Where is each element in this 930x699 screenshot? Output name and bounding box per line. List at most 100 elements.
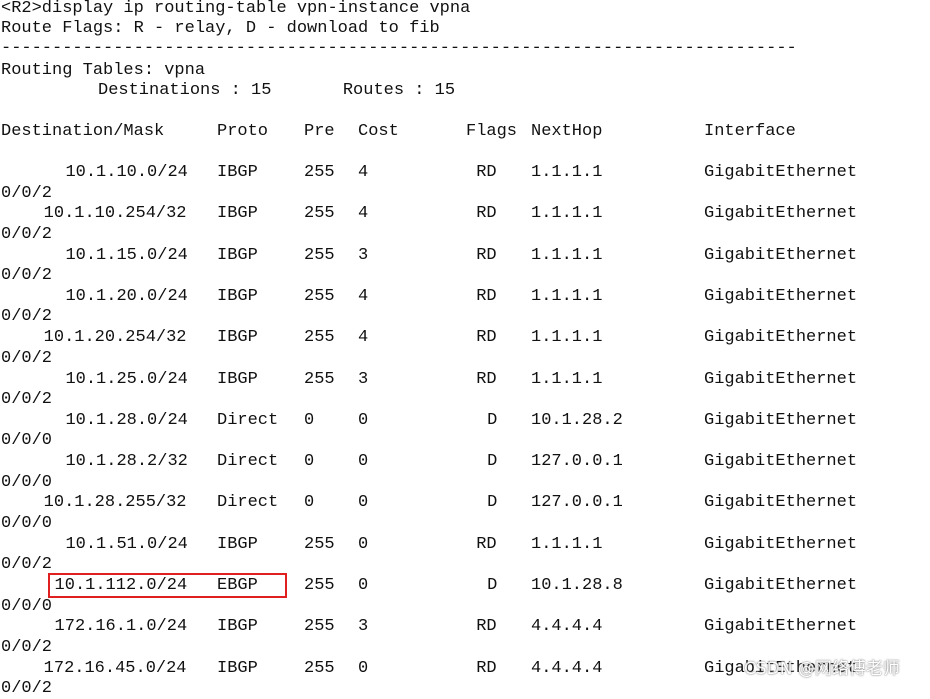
route-pre: 255 xyxy=(304,328,335,348)
route-proto: Direct xyxy=(217,493,279,513)
route-interface: GigabitEthernet xyxy=(704,617,858,637)
route-nexthop: 1.1.1.1 xyxy=(531,328,603,348)
route-nexthop: 10.1.28.2 xyxy=(531,410,623,430)
route-destination: 10.1.28.2/32 xyxy=(65,452,188,472)
route-proto: IBGP xyxy=(217,658,258,678)
route-interface: GigabitEthernet xyxy=(704,204,858,224)
header-interface: Interface xyxy=(704,122,796,141)
route-flags: RD xyxy=(476,286,497,306)
route-cost: 0 xyxy=(358,452,369,472)
header-cost: Cost xyxy=(358,122,399,141)
route-nexthop: 1.1.1.1 xyxy=(531,204,603,224)
route-interface-cont: 0/0/2 xyxy=(1,224,53,244)
route-cost: 0 xyxy=(358,493,369,513)
route-nexthop: 4.4.4.4 xyxy=(531,658,603,678)
route-nexthop: 1.1.1.1 xyxy=(531,369,603,389)
route-proto: IBGP xyxy=(217,534,258,554)
route-interface-cont: 0/0/2 xyxy=(1,637,53,657)
route-interface-cont: 0/0/2 xyxy=(1,390,53,409)
route-cost: 4 xyxy=(358,328,369,348)
route-interface-cont: 0/0/0 xyxy=(1,596,53,616)
route-proto: IBGP xyxy=(217,617,258,637)
watermark: CSDN @网络傅老师 xyxy=(744,659,900,679)
route-cost: 0 xyxy=(358,576,369,595)
route-cost: 4 xyxy=(358,204,369,224)
route-cost: 0 xyxy=(358,410,369,430)
route-flags: RD xyxy=(476,163,497,182)
route-interface-cont: 0/0/2 xyxy=(1,679,53,699)
route-pre: 255 xyxy=(304,204,335,224)
route-interface-cont: 0/0/2 xyxy=(1,348,53,368)
routing-tables-title: Routing Tables: vpna xyxy=(1,61,206,80)
route-flags: RD xyxy=(476,369,497,389)
route-destination: 10.1.10.0/24 xyxy=(65,163,188,182)
route-cost: 0 xyxy=(358,534,369,554)
route-interface: GigabitEthernet xyxy=(704,369,858,389)
route-proto: IBGP xyxy=(217,245,258,265)
route-flags: RD xyxy=(476,534,497,554)
route-cost: 0 xyxy=(358,658,369,678)
route-flags: D xyxy=(487,410,498,430)
route-cost: 3 xyxy=(358,617,369,637)
route-interface: GigabitEthernet xyxy=(704,328,858,348)
route-cost: 4 xyxy=(358,163,369,182)
route-pre: 255 xyxy=(304,369,335,389)
route-cost: 3 xyxy=(358,245,369,265)
header-flags: Flags xyxy=(466,122,518,141)
header-destination: Destination/Mask xyxy=(1,122,165,141)
route-flags-legend: Route Flags: R - relay, D - download to … xyxy=(1,19,440,38)
route-interface: GigabitEthernet xyxy=(704,534,858,554)
route-proto: Direct xyxy=(217,452,279,472)
route-flags: RD xyxy=(476,328,497,348)
route-interface: GigabitEthernet xyxy=(704,493,858,513)
separator-line: ----------------------------------------… xyxy=(1,39,797,58)
route-cost: 4 xyxy=(358,286,369,306)
route-nexthop: 1.1.1.1 xyxy=(531,534,603,554)
routing-summary: Destinations : 15 Routes : 15 xyxy=(98,81,456,100)
route-destination: 10.1.15.0/24 xyxy=(65,245,188,265)
route-pre: 255 xyxy=(304,163,335,182)
route-interface-cont: 0/0/2 xyxy=(1,555,53,575)
route-interface: GigabitEthernet xyxy=(704,576,858,595)
route-proto: IBGP xyxy=(217,163,258,182)
route-destination: 10.1.20.254/32 xyxy=(43,328,187,348)
route-interface: GigabitEthernet xyxy=(704,286,858,306)
route-nexthop: 1.1.1.1 xyxy=(531,245,603,265)
route-interface: GigabitEthernet xyxy=(704,452,858,472)
route-proto: IBGP xyxy=(217,328,258,348)
route-proto: IBGP xyxy=(217,204,258,224)
route-interface: GigabitEthernet xyxy=(704,245,858,265)
route-cost: 3 xyxy=(358,369,369,389)
route-interface-cont: 0/0/2 xyxy=(1,183,53,203)
route-flags: RD xyxy=(476,617,497,637)
route-pre: 0 xyxy=(304,493,315,513)
route-interface-cont: 0/0/0 xyxy=(1,472,53,492)
route-pre: 255 xyxy=(304,245,335,265)
header-nexthop: NextHop xyxy=(531,122,603,141)
route-pre: 255 xyxy=(304,658,335,678)
route-destination: 172.16.1.0/24 xyxy=(54,617,188,637)
route-flags: RD xyxy=(476,204,497,224)
route-pre: 255 xyxy=(304,576,335,595)
route-flags: D xyxy=(487,576,498,595)
route-proto: IBGP xyxy=(217,286,258,306)
route-interface: GigabitEthernet xyxy=(704,410,858,430)
route-destination: 10.1.28.0/24 xyxy=(65,410,188,430)
route-pre: 0 xyxy=(304,410,315,430)
route-pre: 255 xyxy=(304,534,335,554)
route-proto: Direct xyxy=(217,410,279,430)
route-nexthop: 1.1.1.1 xyxy=(531,163,603,182)
route-proto: IBGP xyxy=(217,369,258,389)
highlight-box xyxy=(48,573,287,598)
route-destination: 10.1.51.0/24 xyxy=(65,534,188,554)
route-flags: D xyxy=(487,493,498,513)
route-interface-cont: 0/0/0 xyxy=(1,431,53,451)
route-interface: GigabitEthernet xyxy=(704,163,858,182)
route-nexthop: 127.0.0.1 xyxy=(531,493,623,513)
route-destination: 10.1.25.0/24 xyxy=(65,369,188,389)
route-destination: 10.1.20.0/24 xyxy=(65,286,188,306)
command-line: <R2>display ip routing-table vpn-instanc… xyxy=(1,0,471,18)
route-pre: 255 xyxy=(304,617,335,637)
route-interface-cont: 0/0/2 xyxy=(1,307,53,327)
route-nexthop: 127.0.0.1 xyxy=(531,452,623,472)
